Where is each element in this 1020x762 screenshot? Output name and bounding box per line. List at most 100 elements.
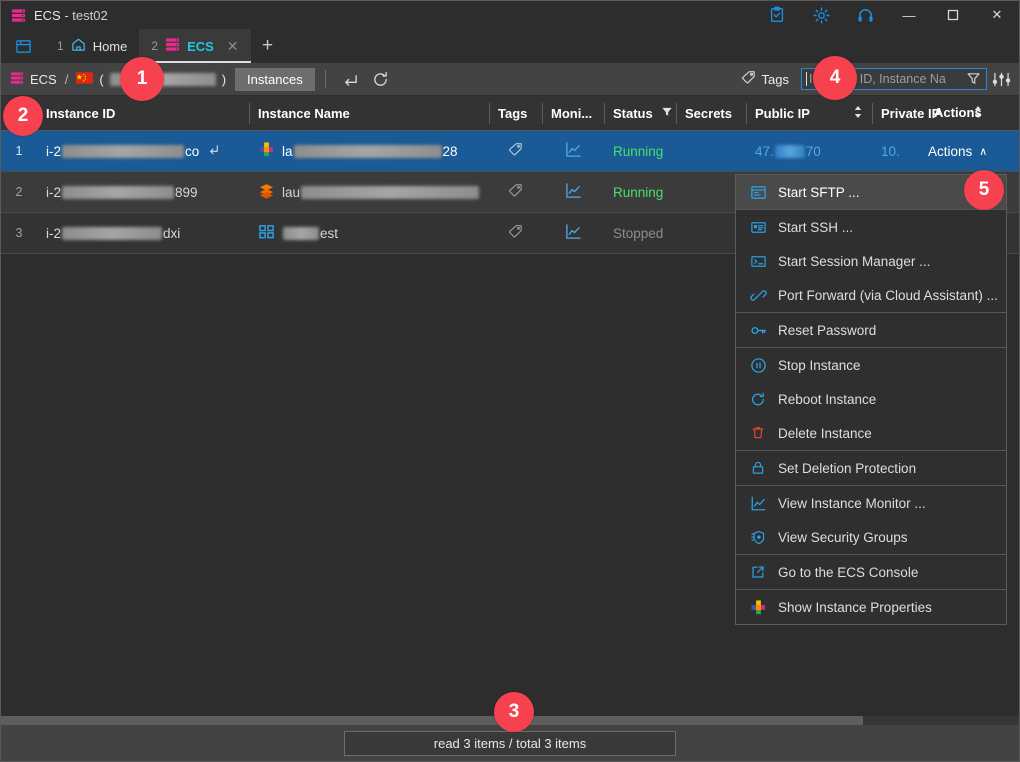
menu-item-go-to-ecs-console[interactable]: Go to the ECS Console — [736, 555, 1006, 589]
tag-icon — [741, 70, 756, 88]
windows-squares-icon — [258, 223, 275, 243]
instance-name-suffix: est — [320, 225, 339, 241]
instance-id-suffix: co — [185, 143, 200, 159]
instance-id-prefix: i-2 — [46, 225, 62, 241]
cell-tags[interactable] — [489, 213, 542, 254]
menu-item-label: Start SFTP ... — [778, 184, 860, 200]
back-arrow-icon[interactable] — [336, 66, 366, 92]
tab-home[interactable]: 1 Home — [45, 29, 139, 63]
column-header-instance-name[interactable]: Instance Name — [249, 96, 489, 131]
server-stack-icon — [165, 37, 180, 55]
menu-item-delete-instance[interactable]: Delete Instance — [736, 416, 1006, 450]
cell-monitor[interactable] — [542, 213, 604, 254]
funnel-filter-icon[interactable] — [653, 106, 673, 121]
status-badge: Stopped — [613, 225, 664, 241]
tab-ecs[interactable]: 2 ECS ✕ — [139, 29, 251, 63]
scrollbar-track-remainder[interactable] — [863, 716, 1019, 725]
tag-icon[interactable] — [508, 183, 523, 201]
tab-ecs-label: ECS — [187, 38, 214, 54]
column-header-tags[interactable]: Tags — [489, 96, 542, 131]
window-restore-icon[interactable] — [1, 29, 45, 63]
instance-name-suffix: 28 — [442, 143, 458, 159]
scrollbar-thumb[interactable] — [1, 716, 863, 725]
menu-item-show-instance-properties[interactable]: Show Instance Properties — [736, 590, 1006, 624]
sort-arrows-icon[interactable] — [845, 105, 863, 122]
cell-tags[interactable] — [489, 131, 542, 172]
instances-button[interactable]: Instances — [235, 67, 315, 91]
instance-name-redacted — [283, 226, 319, 240]
cell-instance-name[interactable]: est — [249, 213, 489, 254]
funnel-filter-icon[interactable] — [966, 71, 981, 91]
menu-item-stop-instance[interactable]: Stop Instance — [736, 348, 1006, 382]
column-header-instance-id[interactable]: Instance ID — [37, 96, 249, 131]
menu-item-reset-password[interactable]: Reset Password — [736, 313, 1006, 347]
menu-item-label: Reset Password — [778, 322, 877, 338]
cell-status: Stopped — [604, 213, 676, 254]
column-label: Public IP — [755, 105, 810, 121]
annotation-badge-1: 1 — [120, 57, 164, 101]
cell-public-ip[interactable]: 47. 70 — [746, 131, 872, 172]
column-header-status[interactable]: Status — [604, 96, 676, 131]
close-button[interactable]: ✕ — [975, 1, 1019, 29]
cell-monitor[interactable] — [542, 172, 604, 213]
column-header-secrets[interactable]: Secrets — [676, 96, 746, 131]
actions-dropdown-button[interactable]: Actions ∧ — [922, 131, 996, 172]
column-header-actions-overlap[interactable]: Actions — [934, 105, 982, 120]
table-row[interactable]: 1 i-2 co la 28 Running 47. 70 10. Action… — [1, 131, 1019, 172]
cell-private-ip[interactable]: 10. — [872, 131, 922, 172]
cell-monitor[interactable] — [542, 131, 604, 172]
application-window: ECS - test02 — ✕ 1 Home 2 ECS ✕ + ECS / … — [0, 0, 1020, 762]
tags-button[interactable]: Tags — [733, 70, 797, 88]
home-icon — [71, 37, 86, 55]
menu-item-set-deletion-protection[interactable]: Set Deletion Protection — [736, 451, 1006, 485]
minimize-button[interactable]: — — [887, 1, 931, 29]
cell-instance-id[interactable]: i-2 dxi — [37, 213, 249, 254]
public-ip-suffix: 70 — [805, 143, 821, 159]
copy-icon[interactable] — [207, 143, 220, 159]
server-stack-icon — [10, 71, 24, 88]
gear-icon[interactable] — [799, 1, 843, 29]
maximize-button[interactable] — [931, 1, 975, 29]
shield-network-icon — [749, 529, 767, 546]
clipboard-check-icon[interactable] — [755, 1, 799, 29]
cell-instance-name[interactable]: lau — [249, 172, 489, 213]
menu-item-start-ssh[interactable]: Start SSH ... — [736, 210, 1006, 244]
cell-secrets[interactable] — [676, 131, 746, 172]
breadcrumb-root[interactable]: ECS — [30, 72, 57, 87]
cell-instance-id[interactable]: i-2 899 — [37, 172, 249, 213]
menu-item-view-security-groups[interactable]: View Security Groups — [736, 520, 1006, 554]
menu-item-label: Stop Instance — [778, 357, 861, 373]
refresh-icon[interactable] — [366, 66, 396, 92]
tag-icon[interactable] — [508, 224, 523, 242]
column-settings-icon[interactable] — [987, 72, 1015, 87]
instance-id-prefix: i-2 — [46, 143, 62, 159]
link-chain-icon — [749, 287, 767, 304]
title-bar-actions: — ✕ — [755, 1, 1019, 29]
close-icon[interactable]: ✕ — [227, 38, 239, 55]
tab-home-number: 1 — [57, 39, 64, 53]
column-header-monitor[interactable]: Moni... — [542, 96, 604, 131]
status-badge: Running — [613, 184, 664, 200]
menu-item-port-forward[interactable]: Port Forward (via Cloud Assistant) ... — [736, 278, 1006, 312]
chart-line-icon[interactable] — [565, 182, 582, 202]
cell-instance-id[interactable]: i-2 co — [37, 131, 249, 172]
cell-instance-name[interactable]: la 28 — [249, 131, 489, 172]
cell-tags[interactable] — [489, 172, 542, 213]
column-header-private-ip[interactable]: Private IP Actions — [872, 96, 992, 131]
new-tab-button[interactable]: + — [251, 29, 285, 63]
chart-line-icon[interactable] — [565, 223, 582, 243]
lock-icon — [749, 460, 767, 476]
headphones-icon[interactable] — [843, 1, 887, 29]
menu-item-view-instance-monitor[interactable]: View Instance Monitor ... — [736, 486, 1006, 520]
tag-icon[interactable] — [508, 142, 523, 160]
menu-item-label: Start Session Manager ... — [778, 253, 931, 269]
menu-item-label: Set Deletion Protection — [778, 460, 917, 476]
ssh-terminal-icon — [749, 219, 767, 236]
cell-status: Running — [604, 131, 676, 172]
china-flag-icon — [76, 71, 94, 87]
chart-line-icon[interactable] — [565, 141, 582, 161]
column-header-public-ip[interactable]: Public IP — [746, 96, 872, 131]
menu-item-start-session-manager[interactable]: Start Session Manager ... — [736, 244, 1006, 278]
menu-item-reboot-instance[interactable]: Reboot Instance — [736, 382, 1006, 416]
instance-id-redacted — [62, 226, 163, 240]
